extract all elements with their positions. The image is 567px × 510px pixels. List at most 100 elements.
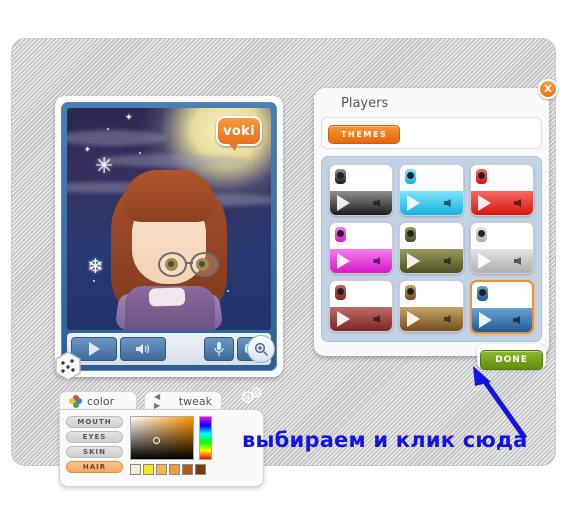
play-icon bbox=[407, 311, 421, 327]
theme-badge-icon bbox=[405, 285, 417, 300]
speaker-icon bbox=[444, 197, 458, 209]
hue-slider[interactable] bbox=[199, 416, 212, 460]
color-swatch-3[interactable] bbox=[169, 464, 180, 475]
picker-handle[interactable] bbox=[153, 437, 160, 444]
speaker-icon bbox=[444, 255, 458, 267]
prev-next-arrows-icon: ◀ ▶ bbox=[154, 392, 163, 410]
players-panel: X Players THEMES bbox=[314, 79, 558, 356]
speaker-icon bbox=[514, 255, 528, 267]
avatar-character bbox=[103, 162, 235, 330]
hair-fringe bbox=[123, 170, 215, 222]
glasses-bridge bbox=[186, 262, 193, 264]
theme-badge-icon bbox=[476, 286, 488, 301]
play-icon bbox=[407, 195, 421, 211]
player-theme-black[interactable] bbox=[329, 164, 394, 216]
theme-badge-icon bbox=[335, 169, 346, 184]
mic-button[interactable] bbox=[204, 337, 234, 361]
speaker-icon bbox=[514, 197, 528, 209]
close-icon[interactable]: X bbox=[538, 79, 558, 99]
player-controls-bar bbox=[67, 333, 275, 365]
dice-button[interactable] bbox=[53, 351, 83, 381]
theme-control-band bbox=[400, 191, 463, 215]
part-button-hair[interactable]: HAIR bbox=[66, 461, 123, 473]
collar-shape bbox=[148, 287, 186, 307]
color-panel: color ◀ ▶ tweak MOUTH EYES SKIN HAIR bbox=[59, 391, 264, 487]
gears-icon[interactable] bbox=[240, 386, 264, 404]
player-theme-grid bbox=[321, 156, 542, 342]
tab-tweak[interactable]: ◀ ▶ tweak bbox=[144, 391, 222, 410]
player-theme-red[interactable] bbox=[469, 164, 534, 216]
player-theme-olive[interactable] bbox=[399, 222, 464, 274]
part-buttons: MOUTH EYES SKIN HAIR bbox=[66, 416, 123, 480]
color-swatch-1[interactable] bbox=[143, 464, 154, 475]
player-theme-blue[interactable] bbox=[469, 280, 534, 334]
color-swatch-2[interactable] bbox=[156, 464, 167, 475]
snowflake-icon: ❄ bbox=[87, 254, 104, 278]
arrow-icon bbox=[473, 366, 528, 440]
avatar-scene: ✳ ❄ ✳ ✦ ✦ bbox=[67, 108, 271, 330]
speaker-icon bbox=[444, 313, 458, 325]
color-picker-area bbox=[130, 416, 212, 480]
theme-control-band bbox=[330, 191, 393, 215]
snowflake-icon: ✦ bbox=[125, 113, 133, 123]
theme-badge-icon bbox=[475, 227, 487, 242]
speaker-icon bbox=[513, 314, 527, 326]
speaker-icon bbox=[373, 255, 387, 267]
theme-control-band bbox=[471, 308, 532, 332]
speaker-icon bbox=[373, 313, 387, 325]
theme-badge-icon bbox=[405, 169, 417, 184]
color-panel-body: MOUTH EYES SKIN HAIR bbox=[59, 409, 264, 487]
tab-color[interactable]: color bbox=[59, 391, 137, 410]
voki-logo: voki bbox=[216, 116, 262, 151]
color-swatch-0[interactable] bbox=[130, 464, 141, 475]
color-swatch-5[interactable] bbox=[195, 464, 206, 475]
player-theme-silver[interactable] bbox=[469, 222, 534, 274]
magnifier-plus-icon bbox=[254, 342, 268, 356]
player-theme-dark-red[interactable] bbox=[329, 280, 394, 332]
microphone-icon bbox=[214, 342, 224, 356]
avatar-preview-card: ✳ ❄ ✳ ✦ ✦ bbox=[55, 96, 283, 377]
part-button-eyes[interactable]: EYES bbox=[66, 431, 123, 443]
left-lens bbox=[158, 252, 187, 277]
star-dot bbox=[107, 128, 109, 130]
themes-bar: THEMES bbox=[321, 117, 542, 149]
close-label: X bbox=[544, 83, 552, 95]
theme-control-band bbox=[330, 249, 393, 273]
picker-row bbox=[130, 416, 212, 460]
avatar-player-frame: ✳ ❄ ✳ ✦ ✦ bbox=[61, 102, 277, 371]
gears-glyph bbox=[241, 387, 262, 403]
play-icon bbox=[337, 311, 350, 327]
play-icon bbox=[477, 195, 491, 211]
theme-badge-icon bbox=[335, 285, 346, 300]
theme-control-band bbox=[400, 249, 463, 273]
volume-button[interactable] bbox=[120, 337, 166, 361]
players-panel-title: Players bbox=[341, 96, 389, 111]
theme-control-band bbox=[400, 307, 463, 331]
right-lens bbox=[190, 252, 219, 277]
color-swatch-4[interactable] bbox=[182, 464, 193, 475]
play-icon bbox=[478, 312, 492, 328]
player-theme-brown[interactable] bbox=[399, 280, 464, 332]
theme-badge-icon bbox=[335, 227, 346, 242]
cloud-shape bbox=[67, 130, 167, 146]
zoom-button[interactable] bbox=[247, 335, 275, 363]
part-button-mouth[interactable]: MOUTH bbox=[66, 416, 123, 428]
player-theme-magenta[interactable] bbox=[329, 222, 394, 274]
theme-control-band bbox=[470, 249, 533, 273]
player-theme-cyan[interactable] bbox=[399, 164, 464, 216]
saturation-value-box[interactable] bbox=[130, 416, 194, 460]
themes-button[interactable]: THEMES bbox=[328, 125, 401, 144]
play-icon bbox=[337, 253, 350, 269]
part-button-skin[interactable]: SKIN bbox=[66, 446, 123, 458]
play-icon bbox=[477, 253, 491, 269]
speaker-icon bbox=[136, 344, 150, 354]
theme-badge-icon bbox=[405, 227, 417, 242]
app-stage: ✳ ❄ ✳ ✦ ✦ bbox=[11, 38, 558, 487]
star-dot bbox=[93, 280, 95, 282]
tab-tweak-label: tweak bbox=[178, 394, 212, 408]
theme-control-band bbox=[470, 191, 533, 215]
flower-icon bbox=[69, 394, 82, 408]
play-icon bbox=[407, 253, 421, 269]
annotation-arrow bbox=[463, 364, 543, 442]
color-swatches bbox=[130, 464, 212, 475]
